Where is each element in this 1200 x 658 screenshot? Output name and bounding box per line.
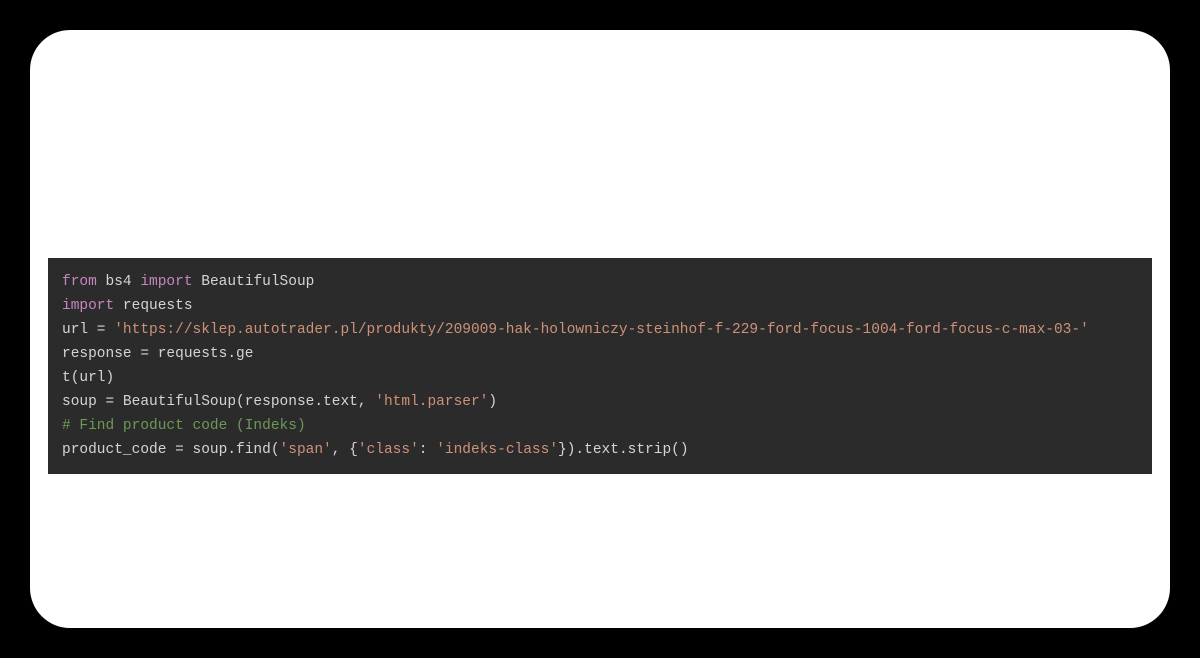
code-line-8: product_code = soup.find('span', {'class… bbox=[62, 438, 1138, 462]
span-string: 'span' bbox=[280, 442, 332, 458]
url-assignment: url = bbox=[62, 322, 114, 338]
parser-string: 'html.parser' bbox=[375, 394, 488, 410]
comma-brace: , { bbox=[332, 442, 358, 458]
content-card: from bs4 import BeautifulSoup import req… bbox=[30, 30, 1170, 628]
keyword-import: import bbox=[140, 274, 192, 290]
close-call: }).text.strip() bbox=[558, 442, 689, 458]
response-assignment: response = requests.ge bbox=[62, 346, 253, 362]
keyword-from: from bbox=[62, 274, 97, 290]
class-value-string: 'indeks-class' bbox=[436, 442, 558, 458]
code-block: from bs4 import BeautifulSoup import req… bbox=[48, 258, 1152, 474]
url-string: 'https://sklep.autotrader.pl/produkty/20… bbox=[114, 322, 1089, 338]
code-line-2: import requests bbox=[62, 294, 1138, 318]
code-line-1: from bs4 import BeautifulSoup bbox=[62, 270, 1138, 294]
keyword-import: import bbox=[62, 298, 114, 314]
product-code-assignment: product_code = soup.find( bbox=[62, 442, 280, 458]
colon: : bbox=[419, 442, 436, 458]
code-line-4: response = requests.ge bbox=[62, 342, 1138, 366]
close-paren: ) bbox=[488, 394, 497, 410]
call-continuation: t(url) bbox=[62, 370, 114, 386]
code-line-7: # Find product code (Indeks) bbox=[62, 414, 1138, 438]
soup-assignment: soup = BeautifulSoup(response.text, bbox=[62, 394, 375, 410]
module-requests: requests bbox=[114, 298, 192, 314]
code-line-3: url = 'https://sklep.autotrader.pl/produ… bbox=[62, 318, 1138, 342]
module-beautifulsoup: BeautifulSoup bbox=[193, 274, 315, 290]
code-line-5: t(url) bbox=[62, 366, 1138, 390]
comment: # Find product code (Indeks) bbox=[62, 418, 306, 434]
class-key-string: 'class' bbox=[358, 442, 419, 458]
code-line-6: soup = BeautifulSoup(response.text, 'htm… bbox=[62, 390, 1138, 414]
module-bs4: bs4 bbox=[97, 274, 141, 290]
